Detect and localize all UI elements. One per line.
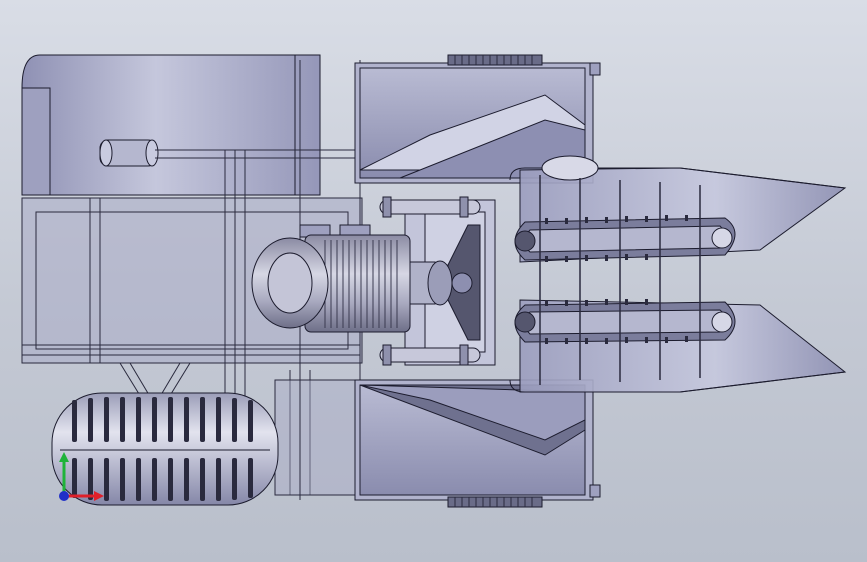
hopper[interactable] xyxy=(21,54,321,196)
assembly-model[interactable] xyxy=(0,0,867,562)
z-axis-dot xyxy=(59,491,69,501)
triad-icon xyxy=(48,440,118,510)
upper-chain-conveyor[interactable] xyxy=(514,215,736,262)
lower-chain-conveyor[interactable] xyxy=(514,299,736,344)
cad-graphics-viewport[interactable] xyxy=(0,0,867,562)
y-axis-head xyxy=(59,452,69,462)
x-axis-head xyxy=(94,491,104,501)
lower-housing[interactable] xyxy=(354,379,601,508)
